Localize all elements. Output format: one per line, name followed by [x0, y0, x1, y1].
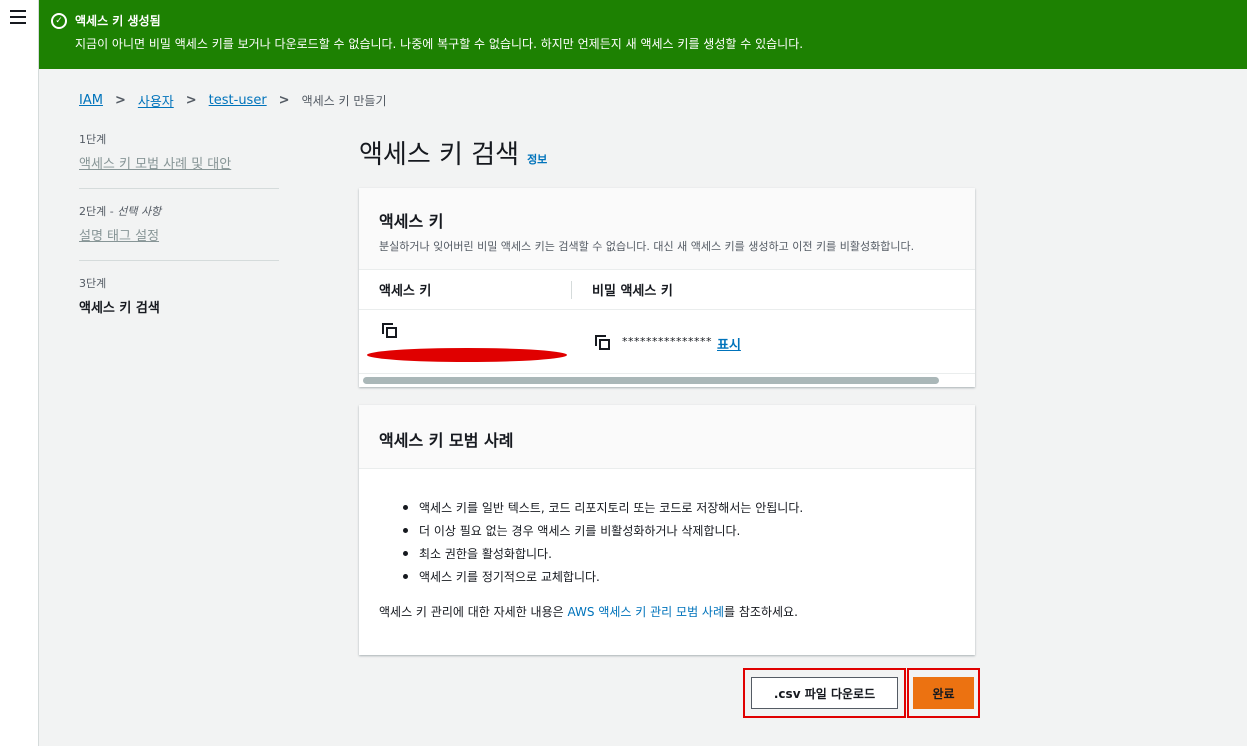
best-practices-link[interactable]: AWS 액세스 키 관리 모범 사례 [568, 605, 725, 619]
chevron-right-icon: > [185, 93, 197, 108]
menu-icon[interactable] [10, 10, 26, 24]
copy-icon[interactable] [382, 323, 398, 339]
wizard-step-1: 1단계 액세스 키 모범 사례 및 대안 [79, 131, 279, 189]
table-row: *************** 표시 [359, 310, 975, 374]
download-highlight: .csv 파일 다운로드 [743, 668, 906, 718]
list-item: 액세스 키를 정기적으로 교체합니다. [403, 568, 955, 585]
left-rail [0, 0, 39, 746]
best-practices-note: 액세스 키 관리에 대한 자세한 내용은 AWS 액세스 키 관리 모범 사례를… [379, 605, 798, 619]
wizard-steps: 1단계 액세스 키 모범 사례 및 대안 2단계 - 선택 사항 설명 태그 설… [79, 131, 279, 346]
breadcrumb-test-user[interactable]: test-user [209, 93, 267, 108]
success-flash-banner: ✓ 액세스 키 생성됨 지금이 아니면 비밀 액세스 키를 보거나 다운로드할 … [39, 0, 1247, 69]
breadcrumb-iam[interactable]: IAM [79, 93, 103, 108]
column-header-secret-key: 비밀 액세스 키 [592, 284, 673, 299]
download-csv-button[interactable]: .csv 파일 다운로드 [751, 677, 898, 709]
step-optional: 선택 사항 [117, 205, 162, 218]
panel-description: 분실하거나 잊어버린 비밀 액세스 키는 검색할 수 없습니다. 대신 새 액세… [379, 240, 915, 253]
step-label: 액세스 키 모범 사례 및 대안 [79, 157, 232, 172]
column-header-access-key: 액세스 키 [379, 284, 432, 299]
flash-title: 액세스 키 생성됨 [75, 14, 161, 28]
wizard-step-2: 2단계 - 선택 사항 설명 태그 설정 [79, 203, 279, 261]
scrollbar-thumb[interactable] [363, 377, 939, 384]
step-label: 설명 태그 설정 [79, 229, 160, 244]
show-secret-link[interactable]: 표시 [717, 334, 741, 353]
page-title: 액세스 키 검색 정보 [359, 134, 547, 171]
step-number: 2단계 - [79, 205, 118, 218]
list-item: 액세스 키를 일반 텍스트, 코드 리포지토리 또는 코드로 저장해서는 안됩니… [403, 499, 955, 516]
access-key-panel: 액세스 키 분실하거나 잊어버린 비밀 액세스 키는 검색할 수 없습니다. 대… [359, 188, 975, 387]
key-table-header: 액세스 키 비밀 액세스 키 [359, 270, 975, 310]
redacted-access-key [367, 348, 567, 362]
copy-icon[interactable] [595, 335, 611, 351]
done-button[interactable]: 완료 [913, 677, 974, 709]
breadcrumb: IAM > 사용자 > test-user > 액세스 키 만들기 [79, 91, 387, 110]
step-label-active: 액세스 키 검색 [79, 301, 160, 316]
page-title-text: 액세스 키 검색 [359, 140, 520, 170]
step-number: 1단계 [79, 133, 107, 146]
breadcrumb-users[interactable]: 사용자 [138, 91, 174, 110]
list-item: 더 이상 필요 없는 경우 액세스 키를 비활성화하거나 삭제합니다. [403, 522, 955, 539]
breadcrumb-current: 액세스 키 만들기 [301, 94, 387, 108]
flash-description: 지금이 아니면 비밀 액세스 키를 보거나 다운로드할 수 없습니다. 나중에 … [75, 37, 804, 51]
best-practices-list: 액세스 키를 일반 텍스트, 코드 리포지토리 또는 코드로 저장해서는 안됩니… [403, 499, 955, 585]
panel-title: 액세스 키 모범 사례 [379, 431, 514, 450]
chevron-right-icon: > [278, 93, 290, 108]
step-number: 3단계 [79, 277, 107, 290]
chevron-right-icon: > [114, 93, 126, 108]
secret-key-masked: *************** [622, 335, 712, 348]
check-circle-icon: ✓ [51, 12, 67, 29]
panel-title: 액세스 키 [379, 212, 444, 231]
done-highlight: 완료 [907, 668, 980, 718]
horizontal-scrollbar[interactable] [359, 374, 975, 386]
best-practices-panel: 액세스 키 모범 사례 액세스 키를 일반 텍스트, 코드 리포지토리 또는 코… [359, 405, 975, 655]
list-item: 최소 권한을 활성화합니다. [403, 545, 955, 562]
wizard-step-3: 3단계 액세스 키 검색 [79, 275, 279, 332]
info-link[interactable]: 정보 [527, 151, 547, 167]
